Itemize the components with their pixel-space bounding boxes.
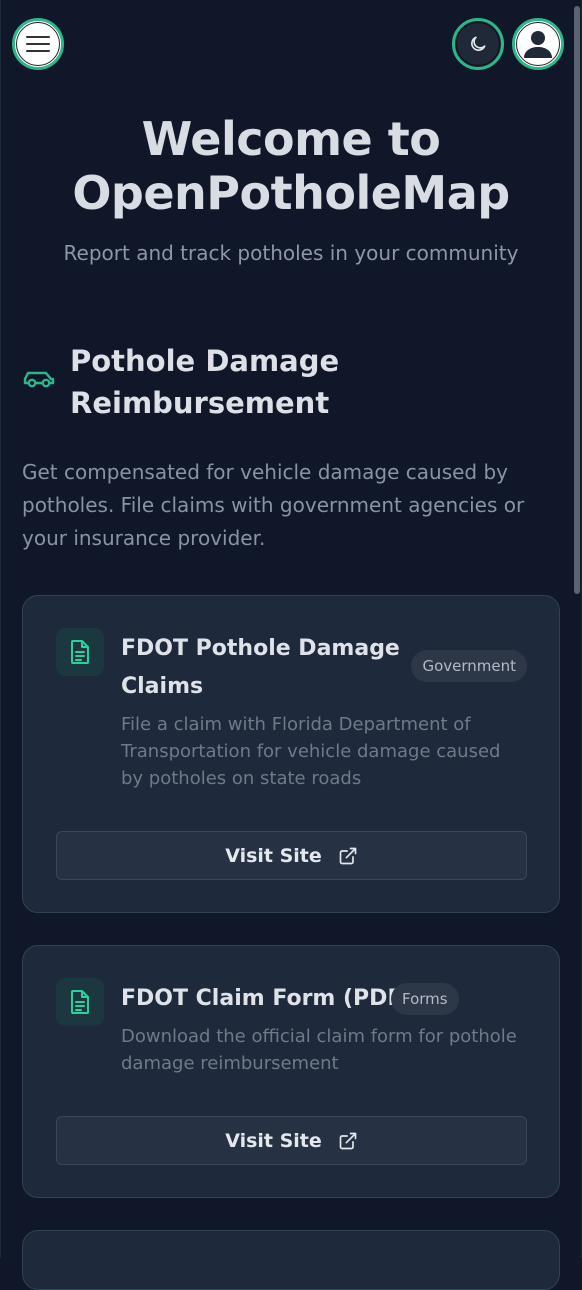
visit-site-button[interactable]: Visit Site (56, 1116, 527, 1165)
hamburger-menu-icon (26, 36, 50, 52)
car-icon (23, 371, 55, 388)
card-title-line1: FDOT Pothole Damage (121, 636, 400, 661)
resource-card-partial (22, 1230, 560, 1290)
menu-button[interactable] (12, 18, 64, 70)
visit-site-label: Visit Site (225, 1129, 322, 1152)
document-icon (71, 990, 89, 1014)
external-link-icon (339, 1132, 357, 1149)
resource-card-fdot-claims: FDOT Pothole Damage Claims Government Fi… (22, 595, 560, 913)
card-icon-box (56, 628, 104, 676)
page-title-line2: OpenPotholeMap (72, 166, 510, 220)
theme-toggle-button[interactable] (452, 18, 504, 70)
card-title: FDOT Claim Form (PDF) (121, 986, 413, 1011)
page-title: Welcome to OpenPotholeMap (0, 112, 582, 220)
section-title: Pothole Damage Reimbursement (70, 340, 339, 424)
card-description: File a claim with Florida Department of … (121, 714, 501, 789)
reimbursement-section-header: Pothole Damage Reimbursement (22, 340, 542, 424)
page-subtitle: Report and track potholes in your commun… (63, 241, 519, 265)
resource-card-fdot-form: FDOT Claim Form (PDF) Forms Download the… (22, 945, 560, 1198)
card-title-line2: Claims (121, 674, 204, 699)
account-button[interactable] (512, 18, 564, 70)
external-link-icon (339, 847, 357, 864)
document-icon (71, 640, 89, 664)
visit-site-button[interactable]: Visit Site (56, 831, 527, 880)
category-badge: Forms (391, 983, 459, 1015)
card-icon-box (56, 978, 104, 1026)
section-description: Get compensated for vehicle damage cause… (22, 460, 525, 550)
scrollbar[interactable] (574, 6, 580, 594)
card-description: Download the official claim form for pot… (121, 1026, 517, 1074)
user-avatar-icon (524, 31, 552, 58)
section-title-line2: Reimbursement (70, 386, 330, 420)
category-badge: Government (411, 650, 527, 682)
visit-site-label: Visit Site (225, 844, 322, 867)
section-title-line1: Pothole Damage (70, 344, 340, 378)
moon-icon (471, 36, 486, 51)
card-title: FDOT Pothole Damage Claims (121, 630, 411, 706)
page-title-line1: Welcome to (141, 112, 441, 166)
